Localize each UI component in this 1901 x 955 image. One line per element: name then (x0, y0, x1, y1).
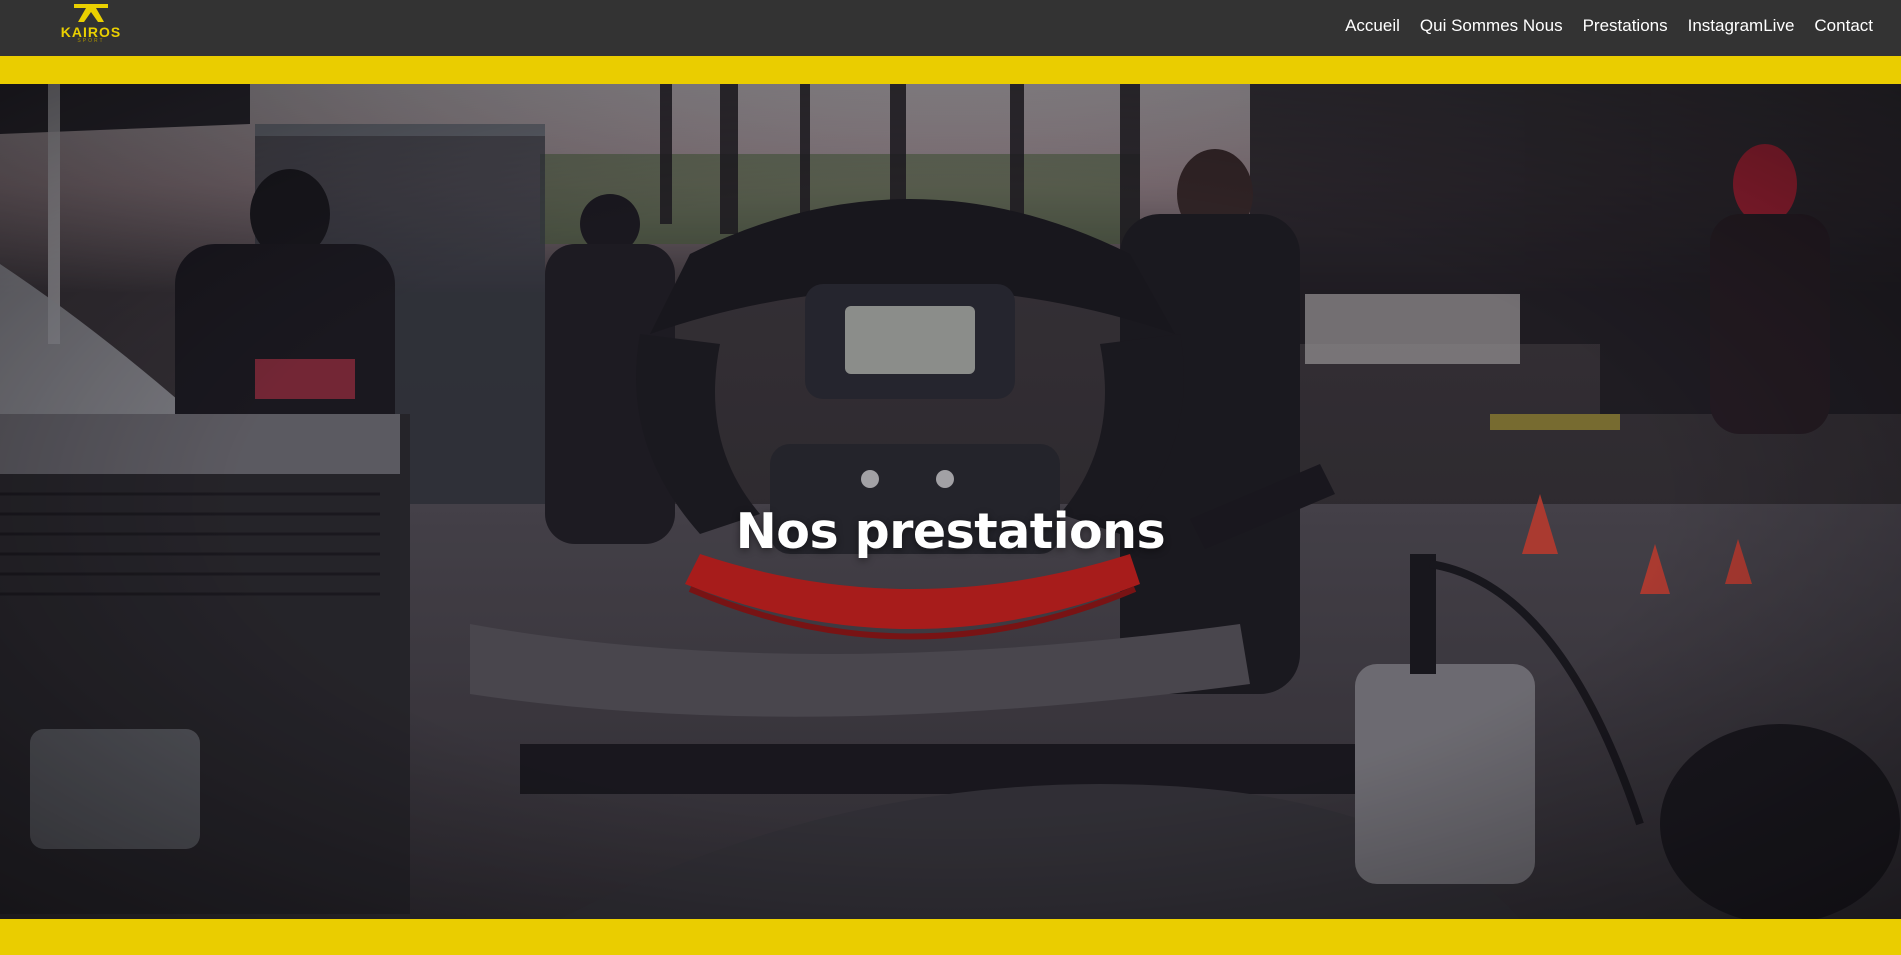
main-nav: Accueil Qui Sommes Nous Prestations Inst… (1335, 14, 1883, 38)
yellow-accent-band-bottom (0, 919, 1901, 955)
nav-link-contact[interactable]: Contact (1804, 16, 1883, 36)
top-navbar: KAIROS SPORT Accueil Qui Sommes Nous Pre… (0, 0, 1901, 56)
nav-link-accueil[interactable]: Accueil (1335, 16, 1410, 36)
logo-icon (74, 4, 108, 22)
hero-dark-overlay (0, 84, 1901, 919)
yellow-accent-band-top (0, 56, 1901, 84)
nav-link-instagramlive[interactable]: InstagramLive (1678, 16, 1805, 36)
hero-title: Nos prestations (735, 502, 1166, 560)
nav-link-qui-sommes-nous[interactable]: Qui Sommes Nous (1410, 16, 1573, 36)
nav-link-prestations[interactable]: Prestations (1573, 16, 1678, 36)
hero-banner: Nos prestations (0, 84, 1901, 919)
site-logo[interactable]: KAIROS SPORT (52, 2, 130, 46)
logo-subtext: SPORT (77, 38, 105, 44)
